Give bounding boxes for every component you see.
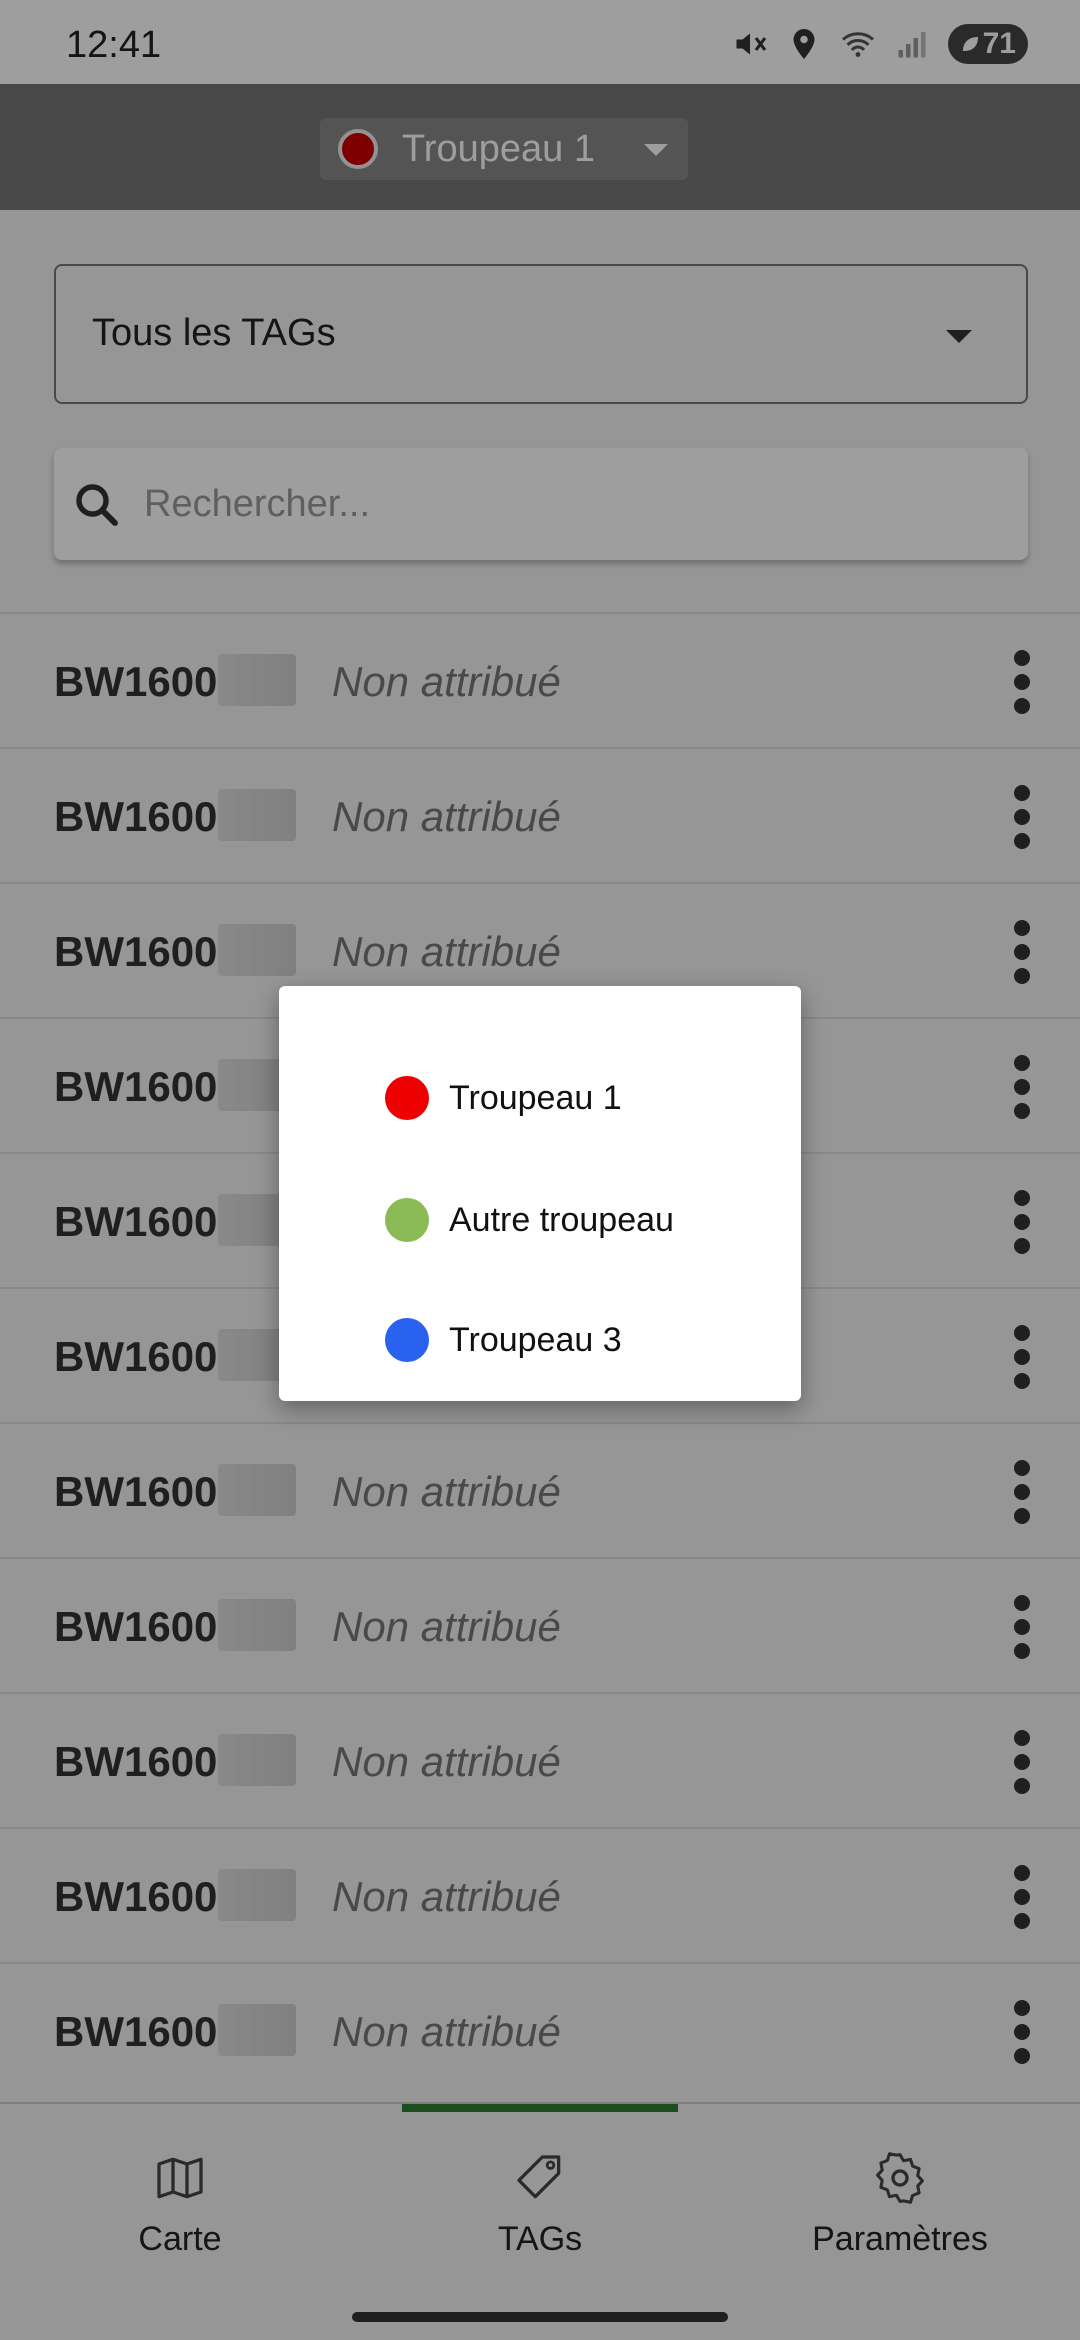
herd-option-troupeau-1[interactable]: Troupeau 1 — [385, 1068, 622, 1128]
herd-option-label: Troupeau 3 — [449, 1320, 622, 1359]
herd-picker-dialog: Troupeau 1 Autre troupeau Troupeau 3 — [279, 986, 801, 1401]
herd-option-label: Autre troupeau — [449, 1200, 674, 1239]
herd-option-color-dot — [385, 1318, 429, 1362]
herd-option-troupeau-3[interactable]: Troupeau 3 — [385, 1310, 622, 1370]
herd-option-color-dot — [385, 1076, 429, 1120]
herd-option-label: Troupeau 1 — [449, 1078, 622, 1117]
herd-option-color-dot — [385, 1198, 429, 1242]
herd-option-autre-troupeau[interactable]: Autre troupeau — [385, 1190, 674, 1250]
